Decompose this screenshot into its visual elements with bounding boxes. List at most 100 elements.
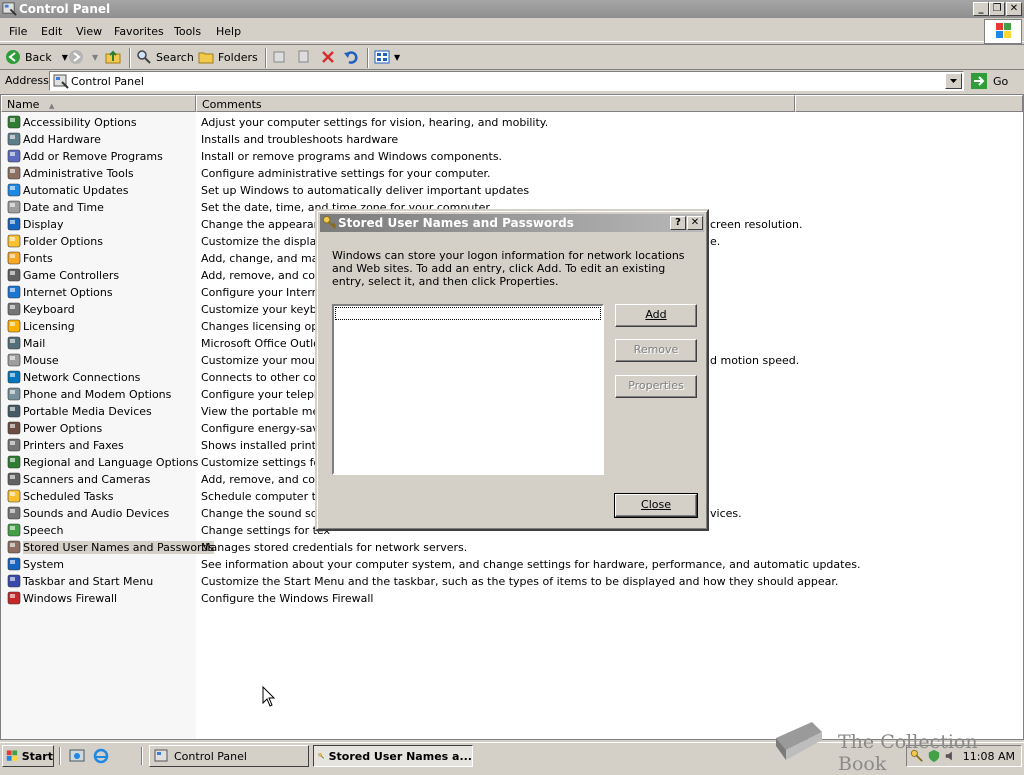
views-icon xyxy=(374,50,390,64)
forward-button[interactable]: ▼ xyxy=(68,49,98,65)
mouse-cursor-icon xyxy=(262,686,276,707)
item-name: Automatic Updates xyxy=(23,184,129,197)
task-stored-credentials[interactable]: Stored User Names a... xyxy=(313,745,473,767)
item-comment-tail: e. xyxy=(710,235,721,248)
list-item[interactable]: Administrative Tools Configure administra… xyxy=(1,165,1023,182)
dialog-close-x-button[interactable]: ✕ xyxy=(687,216,703,230)
item-comment: Change the appearance xyxy=(201,218,334,231)
list-item[interactable]: Add or Remove Programs Install or remove … xyxy=(1,148,1023,165)
list-item[interactable]: Stored User Names and Passwords Manages s… xyxy=(1,539,1023,556)
fonts-icon xyxy=(7,251,21,265)
item-name: Printers and Faxes xyxy=(23,439,124,452)
item-name: Speech xyxy=(23,524,64,537)
item-comment: Change the sound sche xyxy=(201,507,331,520)
remove-button[interactable]: Remove xyxy=(615,339,697,362)
dialog-title: Stored User Names and Passwords xyxy=(338,216,574,230)
item-comment: Shows installed printers xyxy=(201,439,333,452)
go-button[interactable]: Go xyxy=(970,72,1020,90)
item-comment: Microsoft Office Outlook xyxy=(201,337,333,350)
toolbar-separator xyxy=(367,48,369,68)
restore-button[interactable]: ❐ xyxy=(989,2,1005,16)
help-button[interactable]: ? xyxy=(670,216,686,230)
minimize-button[interactable]: _ xyxy=(973,2,989,16)
list-item[interactable]: Taskbar and Start Menu Customize the Star… xyxy=(1,573,1023,590)
chevron-down-icon[interactable]: ▼ xyxy=(394,53,400,62)
menu-help[interactable]: Help xyxy=(216,25,241,38)
phone-modem-icon xyxy=(7,387,21,401)
go-arrow-icon xyxy=(971,73,987,89)
item-comment: Set up Windows to automatically deliver … xyxy=(201,184,530,197)
folders-button[interactable]: Folders xyxy=(198,49,258,65)
standard-toolbar: Back ▼ ▼ Search Folders ▼ xyxy=(0,44,1024,70)
delete-button[interactable] xyxy=(320,49,336,65)
item-name: Keyboard xyxy=(23,303,75,316)
item-name: Mail xyxy=(23,337,46,350)
mail-icon xyxy=(7,336,21,350)
column-header-comments[interactable]: Comments xyxy=(196,95,795,112)
list-item[interactable]: Windows Firewall Configure the Windows Fi… xyxy=(1,590,1023,607)
address-input[interactable]: Control Panel xyxy=(49,71,964,91)
item-name: Regional and Language Options xyxy=(23,456,199,469)
window-titlebar[interactable]: Control Panel _ ❐ ✕ xyxy=(0,0,1024,18)
item-comment: Adjust your computer settings for vision… xyxy=(201,116,549,129)
network-connections-icon xyxy=(7,370,21,384)
move-to-button[interactable] xyxy=(272,49,288,65)
dialog-titlebar[interactable]: Stored User Names and Passwords ? ✕ xyxy=(320,214,704,232)
search-icon xyxy=(137,50,151,64)
taskbar-icon xyxy=(7,574,21,588)
list-item[interactable]: Accessibility Options Adjust your compute… xyxy=(1,114,1023,131)
chevron-down-icon[interactable]: ▼ xyxy=(92,53,98,62)
start-button[interactable]: Start xyxy=(2,745,54,767)
control-panel-icon xyxy=(53,74,69,89)
list-item[interactable]: System See information about your compute… xyxy=(1,556,1023,573)
column-header-empty xyxy=(795,95,1023,112)
back-button[interactable]: Back ▼ xyxy=(5,49,68,65)
key-icon xyxy=(318,753,325,759)
menu-bar: File Edit View Favorites Tools Help xyxy=(0,22,1024,42)
menu-view[interactable]: View xyxy=(76,25,102,38)
chevron-down-icon[interactable]: ▼ xyxy=(62,53,68,62)
folder-options-icon xyxy=(7,234,21,248)
menu-tools[interactable]: Tools xyxy=(174,25,201,38)
automatic-updates-icon xyxy=(7,183,21,197)
close-window-button[interactable]: ✕ xyxy=(1006,2,1022,16)
column-header-name[interactable]: Name ▲ xyxy=(1,95,196,112)
item-name: Administrative Tools xyxy=(23,167,134,180)
folder-icon xyxy=(198,52,214,64)
item-name: System xyxy=(23,558,65,571)
item-comment: Install or remove programs and Windows c… xyxy=(201,150,503,163)
menu-favorites[interactable]: Favorites xyxy=(114,25,164,38)
delete-icon xyxy=(322,51,334,63)
focus-rectangle xyxy=(335,307,601,320)
item-name: Date and Time xyxy=(23,201,104,214)
address-bar: Address Control Panel Go xyxy=(0,71,1024,92)
speaker-icon xyxy=(7,506,21,520)
add-button[interactable]: Add xyxy=(615,304,697,327)
address-dropdown-button[interactable] xyxy=(945,73,962,89)
credentials-list[interactable] xyxy=(332,304,604,475)
item-comment-tail: creen resolution. xyxy=(710,218,803,231)
list-item[interactable]: Automatic Updates Set up Windows to autom… xyxy=(1,182,1023,199)
item-comment: Configure energy-savin xyxy=(201,422,329,435)
display-icon xyxy=(7,217,21,231)
list-item[interactable]: Add Hardware Installs and troubleshoots h… xyxy=(1,131,1023,148)
up-folder-button[interactable] xyxy=(105,49,121,65)
internet-options-icon xyxy=(7,285,21,299)
copy-to-button[interactable] xyxy=(296,49,312,65)
forward-arrow-icon xyxy=(69,50,83,64)
menu-edit[interactable]: Edit xyxy=(41,25,62,38)
show-desktop-icon[interactable] xyxy=(69,748,85,764)
item-comment-tail: d motion speed. xyxy=(710,354,800,367)
item-comment: Add, remove, and confi xyxy=(201,269,329,282)
task-control-panel[interactable]: Control Panel xyxy=(149,745,309,767)
search-button[interactable]: Search xyxy=(136,49,194,65)
properties-button[interactable]: Properties xyxy=(615,375,697,398)
admin-tools-icon xyxy=(7,166,21,180)
undo-button[interactable] xyxy=(343,49,359,65)
item-comment: Customize settings for t xyxy=(201,456,333,469)
close-button[interactable]: Close xyxy=(614,493,698,518)
views-button[interactable]: ▼ xyxy=(374,49,400,65)
item-name: Game Controllers xyxy=(23,269,120,282)
internet-explorer-icon[interactable] xyxy=(93,748,109,764)
menu-file[interactable]: File xyxy=(9,25,27,38)
